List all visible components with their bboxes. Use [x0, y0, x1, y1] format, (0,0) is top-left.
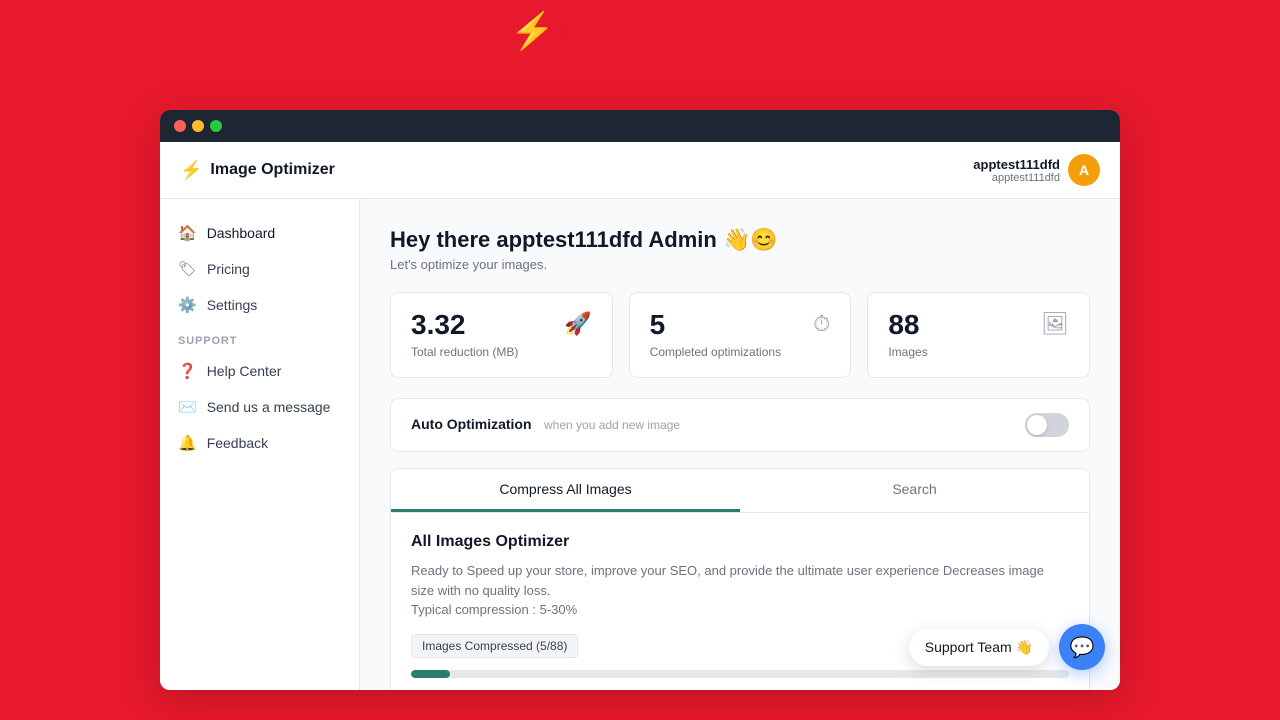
stat-card-images: 88 Images 🖼	[867, 292, 1090, 378]
top-bar: ⚡ Image Optimizer apptest111dfd apptest1…	[160, 142, 1120, 199]
main-content: Hey there apptest111dfd Admin 👋😊 Let's o…	[360, 199, 1120, 690]
sidebar-item-pricing[interactable]: 🏷 Pricing	[160, 251, 359, 287]
progress-bar-container	[411, 670, 1069, 678]
brand-title: Pix Optimizer	[565, 13, 770, 50]
stat-value-reduction: 3.32	[411, 311, 518, 339]
tab-search[interactable]: Search	[740, 469, 1089, 512]
stat-icon-reduction: 🚀	[564, 311, 591, 337]
sidebar: 🏠 Dashboard 🏷 Pricing ⚙️ Settings SUPPOR…	[160, 199, 360, 690]
auto-opt-sublabel: when you add new image	[544, 418, 680, 432]
sidebar-item-help-center[interactable]: ❓ Help Center	[160, 353, 359, 389]
welcome-title: Hey there apptest111dfd Admin 👋😊	[390, 227, 1090, 253]
settings-icon: ⚙️	[178, 296, 197, 314]
sidebar-item-settings[interactable]: ⚙️ Settings	[160, 287, 359, 323]
tabs-header: Compress All Images Search	[391, 469, 1089, 513]
sidebar-item-label-pricing: Pricing	[207, 261, 250, 277]
dashboard-icon: 🏠	[178, 224, 197, 242]
browser-dot-close[interactable]	[174, 120, 186, 132]
chat-icon: 💬	[1070, 635, 1095, 660]
user-email: apptest111dfd	[973, 172, 1060, 184]
feedback-icon: 🔔	[178, 434, 197, 452]
help-center-icon: ❓	[178, 362, 197, 380]
stat-icon-images: 🖼	[1041, 311, 1069, 337]
toggle-thumb	[1027, 415, 1047, 435]
stat-card-optimizations: 5 Completed optimizations ⏱	[629, 292, 852, 378]
user-details: apptest111dfd apptest111dfd	[973, 157, 1060, 184]
optimizer-desc: Ready to Speed up your store, improve yo…	[411, 561, 1069, 620]
stat-card-reduction: 3.32 Total reduction (MB) 🚀	[390, 292, 613, 378]
compressed-badge: Images Compressed (5/88)	[411, 634, 578, 658]
stats-row: 3.32 Total reduction (MB) 🚀 5 Completed …	[390, 292, 1090, 378]
tab-compress[interactable]: Compress All Images	[391, 469, 740, 512]
sidebar-item-send-message[interactable]: ✉️ Send us a message	[160, 389, 359, 425]
chat-button[interactable]: 💬	[1059, 624, 1105, 670]
brand-logo-icon: ⚡	[510, 10, 555, 52]
stat-value-optimizations: 5	[650, 311, 781, 339]
app-wrapper: ⚡ Image Optimizer apptest111dfd apptest1…	[160, 142, 1120, 690]
stat-icon-optimizations: ⏱	[813, 311, 830, 337]
main-area: 🏠 Dashboard 🏷 Pricing ⚙️ Settings SUPPOR…	[160, 199, 1120, 690]
welcome-subtitle: Let's optimize your images.	[390, 257, 1090, 272]
auto-optimization-toggle[interactable]	[1025, 413, 1069, 437]
browser-dot-minimize[interactable]	[192, 120, 204, 132]
brand-header: ⚡ Pix Optimizer	[510, 10, 769, 52]
stat-value-images: 88	[888, 311, 927, 339]
optimizer-title: All Images Optimizer	[411, 533, 1069, 551]
sidebar-item-label-dashboard: Dashboard	[207, 225, 276, 241]
pricing-icon: 🏷	[178, 260, 197, 278]
app-brand-name: Image Optimizer	[210, 161, 334, 179]
sidebar-support-section: SUPPORT	[160, 323, 359, 353]
sidebar-item-label-feedback: Feedback	[207, 435, 268, 451]
app-brand: ⚡ Image Optimizer	[180, 160, 335, 181]
sidebar-item-feedback[interactable]: 🔔 Feedback	[160, 425, 359, 461]
sidebar-item-label-help: Help Center	[207, 363, 282, 379]
sidebar-item-label-message: Send us a message	[207, 399, 331, 415]
sidebar-item-dashboard[interactable]: 🏠 Dashboard	[160, 215, 359, 251]
stat-label-optimizations: Completed optimizations	[650, 345, 781, 359]
support-widget: Support Team 👋 💬	[909, 624, 1105, 670]
browser-dot-maximize[interactable]	[210, 120, 222, 132]
progress-bar-fill	[411, 670, 450, 678]
app-brand-icon: ⚡	[180, 160, 202, 181]
stat-label-reduction: Total reduction (MB)	[411, 345, 518, 359]
auto-opt-label: Auto Optimization	[411, 416, 532, 432]
avatar: A	[1068, 154, 1100, 186]
support-team-bubble[interactable]: Support Team 👋	[909, 629, 1049, 666]
user-info: apptest111dfd apptest111dfd A	[973, 154, 1100, 186]
stat-label-images: Images	[888, 345, 927, 359]
browser-chrome	[160, 110, 1120, 142]
sidebar-item-label-settings: Settings	[207, 297, 258, 313]
user-name: apptest111dfd	[973, 157, 1060, 172]
auto-optimization-bar: Auto Optimization when you add new image	[390, 398, 1090, 452]
browser-window: ⚡ Image Optimizer apptest111dfd apptest1…	[160, 110, 1120, 690]
message-icon: ✉️	[178, 398, 197, 416]
